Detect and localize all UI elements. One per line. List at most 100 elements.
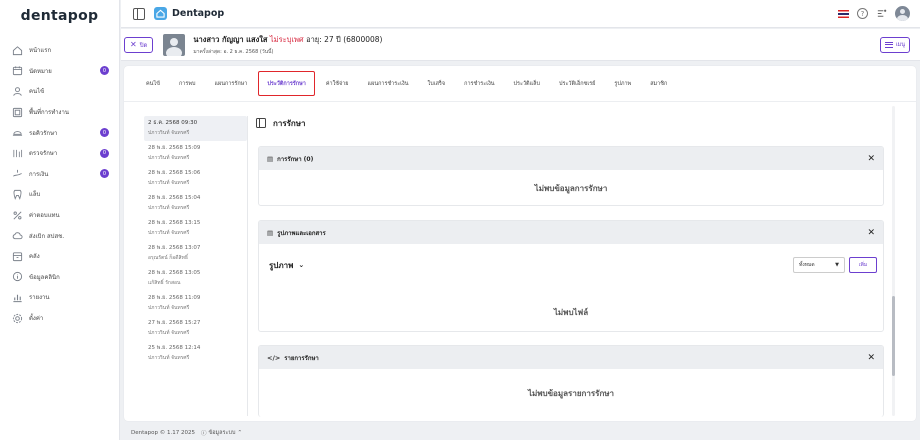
topbar: Dentapop ?: [121, 0, 920, 28]
visit-user: ปภาวรินท์ จันทรศรี: [148, 179, 190, 186]
menu-button[interactable]: เมนู: [879, 36, 910, 53]
sidebar-toggle-icon[interactable]: [133, 7, 145, 20]
visit-date-item[interactable]: 28 พ.ย. 2568 13:15 ปภาวรินท์ จันทรศรี: [144, 216, 247, 241]
thai-flag-icon[interactable]: [838, 9, 849, 18]
menu-label: เมนู: [895, 41, 905, 48]
close-icon[interactable]: ✕: [867, 154, 875, 164]
tab-4[interactable]: ค่าใช้จ่าย: [318, 71, 357, 96]
sidebar-item-label: หน้าแรก: [29, 47, 52, 55]
visit-date-item[interactable]: 28 พ.ย. 2568 15:09 ปภาวรินท์ จันทรศรี: [144, 141, 247, 166]
sidebar-item-calendar[interactable]: นัดหมาย 0: [0, 61, 119, 82]
sidebar-item-info[interactable]: ข้อมูลคลินิก: [0, 267, 119, 288]
sidebar-item-workspace[interactable]: พื้นที่การทำงาน: [0, 102, 119, 123]
section-title-text: การรักษา: [273, 118, 306, 128]
treatment-items-empty: ไม่พบข้อมูลรายการรักษา: [527, 389, 615, 398]
sidebar-item-finance[interactable]: การเงิน 0: [0, 164, 119, 185]
visit-user: ปภาวรินท์ จันทรศรี: [148, 329, 190, 336]
visit-user: อรุณรัตน์ ก็อดีสิทธิ์: [148, 254, 188, 261]
finance-icon: [12, 168, 23, 179]
home-icon: [12, 45, 23, 56]
tab-2[interactable]: แผนการรักษา: [206, 71, 255, 96]
images-dropdown-toggle[interactable]: รูปภาพ ⌄: [269, 259, 304, 272]
images-panel-title: รูปภาพและเอกสาร: [277, 229, 326, 237]
visit-date: 28 พ.ย. 2568 13:07: [148, 245, 201, 251]
system-info-link[interactable]: ⓘ ข้อมูลระบบ ⌃: [201, 429, 242, 437]
visit-date-item[interactable]: 28 พ.ย. 2568 13:07 อรุณรัตน์ ก็อดีสิทธิ์: [144, 241, 247, 266]
user-icon: [12, 86, 23, 97]
tab-0[interactable]: คนไข้: [138, 71, 168, 96]
sidebar-item-treatment[interactable]: ตรวจรักษา 0: [0, 143, 119, 164]
sidebar-item-settings[interactable]: ตั้งค่า: [0, 308, 119, 329]
scroll-thumb[interactable]: [892, 296, 895, 376]
images-panel-header: ▤ รูปภาพและเอกสาร ✕: [259, 221, 883, 244]
tab-11[interactable]: สมาชิก: [642, 71, 675, 96]
treatment-empty: ไม่พบข้อมูลการรักษา: [534, 184, 608, 193]
sidebar-item-label: ส่งเบิก สปสช.: [29, 232, 65, 240]
patient-header: ✕ ปิด นางสาว กัญญา แสงใส ไม่ระบุเพศ อายุ…: [121, 29, 920, 61]
close-icon: ✕: [130, 39, 137, 49]
visit-date: 28 พ.ย. 2568 15:06: [148, 170, 201, 176]
info-circle-icon: ⓘ: [200, 430, 207, 437]
close-icon[interactable]: ✕: [867, 228, 875, 238]
add-image-button[interactable]: เพิ่ม: [849, 257, 877, 273]
tab-8[interactable]: ประวัติแล็บ: [506, 71, 548, 96]
tab-10[interactable]: รูปภาพ: [606, 71, 639, 96]
tab-9[interactable]: ประวัติเอ็กซเรย์: [551, 71, 603, 96]
tab-7[interactable]: การชำระเงิน: [456, 71, 502, 96]
sidebar-item-inventory[interactable]: คลัง: [0, 246, 119, 267]
patient-age: อายุ: 27 ปี: [306, 34, 341, 44]
visit-date-item[interactable]: 2 ธ.ค. 2568 09:30 ปภาวรินท์ จันทรศรี: [144, 116, 247, 141]
visit-user: ปภาวรินท์ จันทรศรี: [148, 229, 190, 236]
sidebar-item-cloud[interactable]: ส่งเบิก สปสช.: [0, 225, 119, 246]
patient-hn: (6800008): [343, 34, 383, 44]
visit-date-item[interactable]: 28 พ.ย. 2568 13:05 แก้สิทธิ์ รักสอน: [144, 266, 247, 291]
sidebar-item-report[interactable]: รายงาน: [0, 287, 119, 308]
visit-user: ปภาวรินท์ จันทรศรี: [148, 354, 190, 361]
tab-3[interactable]: ประวัติการรักษา: [258, 71, 315, 96]
switchboard-icon[interactable]: [876, 8, 887, 19]
help-icon[interactable]: ?: [857, 8, 868, 19]
visit-date-item[interactable]: 25 พ.ย. 2568 12:14 ปภาวรินท์ จันทรศรี: [144, 341, 247, 366]
image-filter-select[interactable]: ทั้งหมด ▼: [793, 257, 845, 273]
visit-date-item[interactable]: 27 พ.ย. 2568 15:27 ปภาวรินท์ จันทรศรี: [144, 316, 247, 341]
patient-name: นางสาว กัญญา แสงใส: [193, 34, 268, 44]
chevron-up-icon: ⌃: [237, 429, 243, 436]
sidebar-item-percent[interactable]: ค่าตอบแทน: [0, 205, 119, 226]
workspace-icon: [12, 107, 23, 118]
images-toolbar: รูปภาพ ⌄ ทั้งหมด ▼ เพิ่ม: [259, 244, 883, 286]
sidebar-item-label: การเงิน: [29, 170, 49, 178]
visit-date-item[interactable]: 28 พ.ย. 2568 15:06 ปภาวรินท์ จันทรศรี: [144, 166, 247, 191]
visit-user: ปภาวรินท์ จันทรศรี: [148, 304, 190, 311]
treatment-icon: [12, 148, 23, 159]
caret-down-icon: ▼: [835, 262, 839, 268]
sidebar-item-lab[interactable]: แล็บ: [0, 184, 119, 205]
clinic-name[interactable]: Dentapop: [172, 8, 224, 19]
treatment-panel-header: ▤ การรักษา (0) ✕: [259, 147, 883, 170]
close-patient-button[interactable]: ✕ ปิด: [124, 36, 154, 53]
visit-date-item[interactable]: 28 พ.ย. 2568 11:09 ปภาวรินท์ จันทรศรี: [144, 291, 247, 316]
tab-5[interactable]: แผนการชำระเงิน: [360, 71, 417, 96]
dentapop-logo[interactable]: dentapop: [0, 0, 119, 32]
sidebar-item-queue[interactable]: รอคิวรักษา 0: [0, 122, 119, 143]
sidebar-nav: หน้าแรกนัดหมาย 0 คนไข้พื้นที่การทำงานรอคิว…: [0, 40, 119, 328]
visit-date-item[interactable]: 28 พ.ย. 2568 15:04 ปภาวรินท์ จันทรศรี: [144, 191, 247, 216]
user-avatar[interactable]: [895, 6, 910, 21]
count-badge: 0: [100, 169, 109, 179]
report-icon: [12, 292, 23, 303]
treatment-items-panel-title: รายการรักษา: [284, 354, 319, 362]
visit-user: ปภาวรินท์ จันทรศรี: [148, 129, 190, 136]
close-icon[interactable]: ✕: [867, 353, 875, 363]
tab-6[interactable]: ใบเสร็จ: [420, 71, 454, 96]
sidebar-item-user[interactable]: คนไข้: [0, 81, 119, 102]
sidebar-item-label: ตั้งค่า: [29, 315, 44, 323]
sidebar-item-label: แล็บ: [29, 191, 41, 199]
images-panel: ▤ รูปภาพและเอกสาร ✕ รูปภาพ ⌄ ทั้งหมด ▼ เ…: [258, 220, 884, 332]
footer-copyright: Dentapop © 1.17 2025: [131, 429, 195, 436]
sidebar-item-label: พื้นที่การทำงาน: [29, 109, 69, 117]
content-scrollbar[interactable]: [892, 106, 895, 416]
patient-info: นางสาว กัญญา แสงใส ไม่ระบุเพศ อายุ: 27 ป…: [193, 34, 382, 56]
tab-1[interactable]: การพบ: [171, 71, 204, 96]
visit-date: 28 พ.ย. 2568 15:09: [148, 145, 201, 151]
sidebar-item-home[interactable]: หน้าแรก: [0, 40, 119, 61]
images-sub-title: รูปภาพ: [269, 260, 294, 270]
